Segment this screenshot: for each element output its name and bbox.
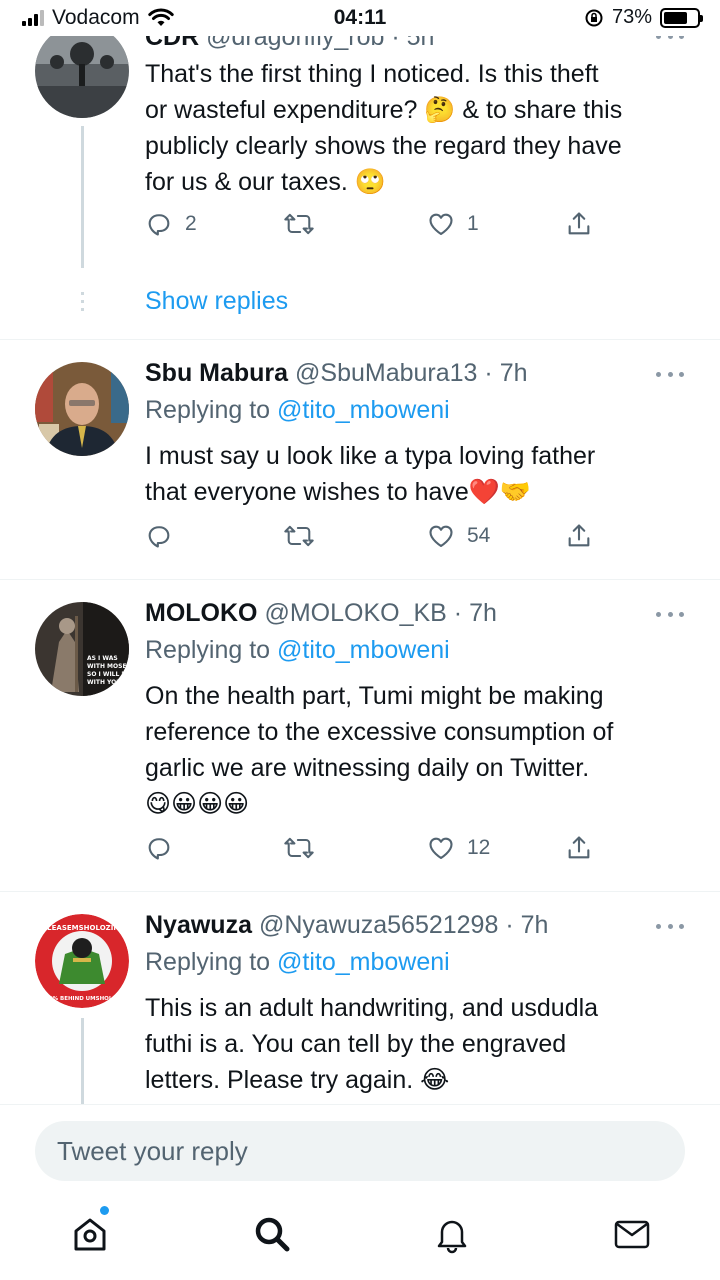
tweet[interactable]: Sbu Mabura @SbuMabura13 · 7h Replying to… (0, 340, 720, 580)
tweet-body: Nyawuza @Nyawuza56521298 · 7h Replying t… (145, 908, 690, 1098)
user-name[interactable]: MOLOKO (145, 599, 258, 627)
search-icon (255, 1217, 290, 1252)
tweet-actions: 12 (145, 834, 595, 874)
reply-button[interactable] (145, 834, 173, 862)
tweet-body: MOLOKO @MOLOKO_KB · 7h Replying to @tito… (145, 596, 690, 822)
retweet-button[interactable] (283, 522, 315, 550)
replying-to: Replying to @tito_mboweni (145, 636, 450, 664)
notifications-icon (437, 1220, 467, 1254)
replying-to-link[interactable]: @tito_mboweni (277, 636, 450, 664)
retweet-button[interactable] (283, 834, 315, 862)
status-right: 73% (584, 6, 703, 29)
more-options-icon[interactable] (656, 924, 684, 932)
svg-text:SO I WILL BE: SO I WILL BE (87, 671, 129, 678)
share-button[interactable] (565, 522, 593, 550)
tweet-text: That's the first thing I noticed. Is thi… (145, 60, 623, 196)
more-options-icon[interactable] (656, 372, 684, 380)
tweet[interactable]: CDR @dragonfly_rob · 5h That's the first… (0, 0, 720, 340)
battery-icon (660, 7, 703, 28)
avatar[interactable] (35, 24, 129, 118)
user-name[interactable]: Sbu Mabura (145, 359, 288, 387)
heart-icon (429, 837, 453, 859)
retweet-button[interactable] (283, 210, 315, 238)
more-options-icon[interactable] (656, 612, 684, 620)
avatar[interactable] (35, 362, 129, 456)
tab-notifications[interactable] (432, 1214, 472, 1254)
reply-icon (148, 214, 170, 236)
svg-text:100% BEHIND UMSHOLOZI: 100% BEHIND UMSHOLOZI (41, 996, 123, 1002)
reply-input[interactable]: Tweet your reply (35, 1121, 685, 1181)
messages-icon (614, 1220, 650, 1249)
replying-to-link[interactable]: @tito_mboweni (277, 948, 450, 976)
tweet[interactable]: #RELEASEMSHOLOZINOW 100% BEHIND UMSHOLOZ… (0, 892, 720, 1104)
tweet[interactable]: AS I WAS WITH MOSES, SO I WILL BE WITH Y… (0, 580, 720, 892)
like-button[interactable]: 12 (427, 834, 490, 862)
share-button[interactable] (565, 210, 593, 238)
replying-to: Replying to @tito_mboweni (145, 396, 450, 424)
tab-search[interactable] (252, 1214, 292, 1254)
reply-composer: Tweet your reply (0, 1104, 720, 1194)
thread-more-dots (81, 292, 84, 295)
tweet-body: Sbu Mabura @SbuMabura13 · 7h Replying to… (145, 356, 690, 510)
retweet-icon (284, 525, 314, 547)
tweet-time: 7h (469, 599, 497, 627)
replying-to-link[interactable]: @tito_mboweni (277, 396, 450, 424)
share-button[interactable] (565, 834, 593, 862)
reply-button[interactable] (145, 522, 173, 550)
tweet-text: On the health part, Tumi might be making… (145, 682, 614, 818)
tab-home[interactable] (70, 1206, 110, 1254)
retweet-icon (284, 837, 314, 859)
tweet-actions: 54 (145, 522, 595, 562)
show-replies-link[interactable]: Show replies (145, 287, 288, 316)
tweet-time: 7h (499, 359, 528, 387)
reply-icon (148, 526, 170, 548)
replying-to: Replying to @tito_mboweni (145, 948, 450, 976)
tweet-text: This is an adult handwriting, and usdudl… (145, 994, 599, 1094)
thread-line (81, 1018, 84, 1104)
user-handle[interactable]: @SbuMabura13 (295, 359, 477, 387)
like-button[interactable]: 1 (427, 210, 479, 238)
like-count: 1 (467, 212, 479, 235)
user-handle[interactable]: @MOLOKO_KB (264, 599, 446, 627)
tweet-actions: 2 1 (145, 210, 595, 250)
battery-percent: 73% (611, 6, 652, 28)
share-icon (568, 836, 590, 859)
tweet-body: CDR @dragonfly_rob · 5h That's the first… (145, 20, 690, 200)
share-icon (568, 212, 590, 235)
reply-count: 2 (185, 212, 197, 235)
svg-text:WITH YOU: WITH YOU (87, 679, 121, 686)
tweet-header: MOLOKO @MOLOKO_KB · 7h (145, 599, 497, 627)
tweet-text: I must say u look like a typa loving fat… (145, 442, 596, 506)
like-count: 54 (467, 524, 491, 547)
svg-text:WITH MOSES,: WITH MOSES, (87, 663, 129, 670)
reply-button[interactable]: 2 (145, 210, 197, 238)
tweet-header: Nyawuza @Nyawuza56521298 · 7h (145, 911, 549, 939)
avatar-caption: #RELEASEMSHOLOZINOW (35, 924, 129, 932)
user-handle[interactable]: @Nyawuza56521298 (259, 911, 498, 939)
status-bar: Vodacom 04:11 73% (0, 0, 720, 36)
tweet-header: Sbu Mabura @SbuMabura13 · 7h (145, 359, 528, 387)
thread-line (81, 126, 84, 268)
tab-messages[interactable] (612, 1214, 652, 1254)
retweet-icon (284, 213, 314, 235)
avatar[interactable]: #RELEASEMSHOLOZINOW 100% BEHIND UMSHOLOZ… (35, 914, 129, 1008)
heart-icon (429, 213, 453, 235)
home-notification-dot (100, 1206, 109, 1215)
tab-bar (0, 1194, 720, 1280)
rotation-lock-icon (585, 9, 603, 26)
avatar[interactable]: AS I WAS WITH MOSES, SO I WILL BE WITH Y… (35, 602, 129, 696)
user-name[interactable]: Nyawuza (145, 911, 252, 939)
heart-icon (429, 525, 453, 547)
tweet-time: 7h (520, 911, 549, 939)
avatar-caption: AS I WAS (87, 655, 118, 662)
like-button[interactable]: 54 (427, 522, 490, 550)
share-icon (568, 524, 590, 547)
reply-icon (148, 838, 170, 860)
like-count: 12 (467, 836, 491, 859)
home-icon (74, 1218, 106, 1251)
